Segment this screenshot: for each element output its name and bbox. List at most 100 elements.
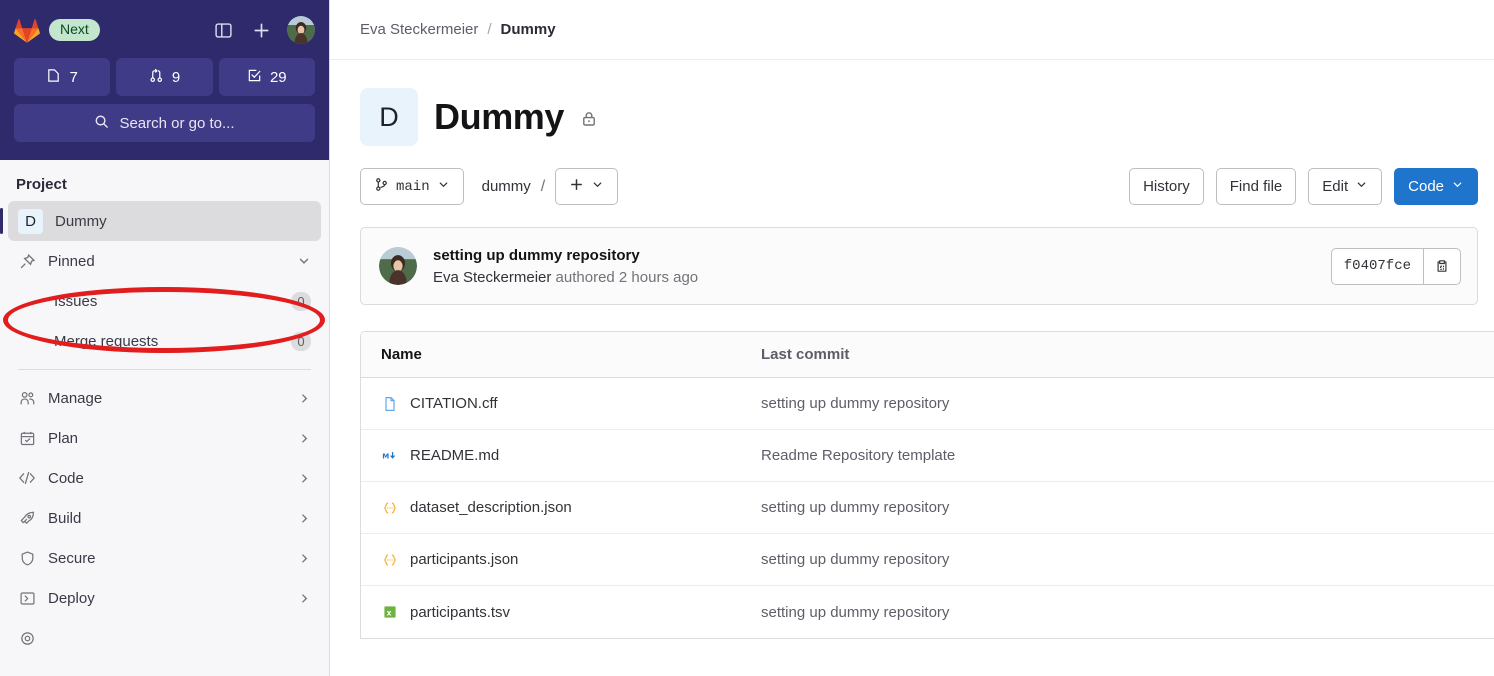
avatar[interactable] (379, 247, 417, 285)
merge-requests-counter[interactable]: 9 (116, 58, 213, 96)
sidebar-item-operate-partial[interactable] (8, 618, 321, 658)
sidebar-item-code[interactable]: Code (8, 458, 321, 498)
edit-label: Edit (1322, 178, 1349, 195)
sidebar-item-label: Plan (48, 429, 79, 447)
brand-area[interactable]: Next (14, 18, 100, 43)
sidebar-item-label: Build (48, 509, 82, 527)
file-name[interactable]: participants.tsv (410, 604, 510, 621)
todo-check-icon (247, 68, 262, 87)
chevron-down-icon (591, 178, 604, 195)
main-content: Eva Steckermeier / Dummy D Dummy main du… (330, 0, 1494, 676)
lock-icon (580, 106, 598, 128)
table-row[interactable]: participants.json setting up dummy repos… (361, 534, 1494, 586)
sidebar-item-dummy[interactable]: D Dummy (0, 201, 321, 241)
sidebar-nav: Project D Dummy Pinned Issues 0 Merge re… (0, 160, 329, 676)
chevron-right-icon[interactable] (298, 552, 311, 565)
file-last-commit[interactable]: setting up dummy repository (761, 499, 1494, 516)
commit-timestamp: authored 2 hours ago (551, 268, 699, 286)
table-row[interactable]: x participants.tsv setting up dummy repo… (361, 586, 1494, 638)
commit-author[interactable]: Eva Steckermeier (433, 269, 551, 286)
sidebar: Next 7 9 29 Search or go to... Project D… (0, 0, 330, 676)
file-name[interactable]: participants.json (410, 551, 518, 568)
sidebar-item-plan[interactable]: Plan (8, 418, 321, 458)
plus-icon (569, 177, 584, 196)
next-badge: Next (49, 19, 100, 41)
chevron-down-icon (437, 178, 450, 196)
shield-icon (18, 549, 36, 567)
branch-selector[interactable]: main (360, 168, 464, 205)
file-name-cell: M README.md (361, 447, 761, 464)
issues-counter[interactable]: 7 (14, 58, 111, 96)
path-separator: / (540, 177, 546, 195)
search-placeholder: Search or go to... (119, 114, 235, 132)
svg-text:x: x (386, 608, 391, 617)
chevron-right-icon[interactable] (298, 432, 311, 445)
issues-icon (46, 68, 61, 87)
page-title: Dummy (434, 96, 565, 137)
search-input[interactable]: Search or go to... (14, 104, 315, 142)
find-file-button[interactable]: Find file (1215, 168, 1297, 205)
add-to-repo-button[interactable] (555, 168, 619, 205)
chevron-right-icon[interactable] (298, 472, 311, 485)
breadcrumb-owner[interactable]: Eva Steckermeier (360, 21, 478, 38)
file-name-cell: participants.json (361, 551, 761, 568)
file-name[interactable]: dataset_description.json (410, 499, 572, 516)
file-name[interactable]: CITATION.cff (410, 395, 498, 412)
sidebar-section-title: Project (16, 176, 67, 193)
sidebar-item-merge-requests[interactable]: Merge requests 0 (8, 321, 321, 361)
file-name-cell: CITATION.cff (361, 395, 761, 412)
chevron-right-icon[interactable] (298, 512, 311, 525)
json-icon (381, 499, 398, 516)
page-header: D Dummy (330, 60, 1494, 146)
json-icon (381, 551, 398, 568)
sidebar-item-issues[interactable]: Issues 0 (8, 281, 321, 321)
project-avatar: D (18, 208, 43, 234)
sidebar-item-label: Pinned (48, 252, 95, 270)
issues-count-value: 7 (69, 68, 78, 86)
last-commit-panel: setting up dummy repository Eva Steckerm… (360, 227, 1478, 305)
avatar[interactable] (287, 16, 315, 44)
table-row[interactable]: dataset_description.json setting up dumm… (361, 482, 1494, 534)
repo-toolbar: main dummy / History Find file Edit Code (330, 146, 1494, 205)
chevron-down-icon[interactable] (297, 254, 311, 268)
path-root[interactable]: dummy (482, 178, 531, 195)
file-last-commit[interactable]: setting up dummy repository (761, 395, 1494, 412)
gear-icon (18, 629, 36, 647)
file-name[interactable]: README.md (410, 447, 499, 464)
merge-requests-count-value: 9 (171, 68, 181, 86)
merge-requests-badge: 0 (291, 331, 311, 351)
counter-pills: 7 9 29 (14, 58, 315, 96)
sidebar-item-label: Deploy (48, 589, 95, 607)
table-row[interactable]: CITATION.cff setting up dummy repository… (361, 378, 1494, 430)
sidebar-item-secure[interactable]: Secure (8, 538, 321, 578)
chevron-down-icon (1451, 178, 1464, 195)
history-button[interactable]: History (1129, 168, 1204, 205)
sidebar-item-pinned[interactable]: Pinned (8, 241, 321, 281)
commit-sha-group: f0407fce (1330, 247, 1461, 285)
issues-badge: 0 (291, 291, 311, 311)
clipboard-copy-icon[interactable] (1423, 247, 1461, 285)
chevron-right-icon[interactable] (298, 592, 311, 605)
gitlab-project-page: Next 7 9 29 Search or go to... Project D… (0, 0, 1494, 676)
file-name-cell: x participants.tsv (361, 604, 761, 621)
file-last-commit[interactable]: setting up dummy repository (761, 551, 1494, 568)
chevron-right-icon[interactable] (298, 392, 311, 405)
plus-icon[interactable] (249, 18, 273, 42)
sidebar-toggle-icon[interactable] (211, 18, 235, 42)
code-button[interactable]: Code (1394, 168, 1478, 205)
sidebar-item-build[interactable]: Build (8, 498, 321, 538)
commit-message[interactable]: setting up dummy repository (433, 247, 698, 264)
sidebar-item-manage[interactable]: Manage (8, 378, 321, 418)
commit-sha[interactable]: f0407fce (1330, 247, 1423, 285)
file-list-table: Name Last commit Last update CITATION.cf… (360, 331, 1494, 639)
gitlab-logo-icon[interactable] (14, 18, 40, 43)
spreadsheet-icon: x (381, 604, 398, 621)
breadcrumb-current[interactable]: Dummy (501, 21, 556, 38)
table-row[interactable]: M README.md Readme Repository template 3… (361, 430, 1494, 482)
sidebar-item-label: Issues (54, 292, 98, 310)
file-last-commit[interactable]: Readme Repository template (761, 447, 1494, 464)
sidebar-item-deploy[interactable]: Deploy (8, 578, 321, 618)
file-last-commit[interactable]: setting up dummy repository (761, 604, 1494, 621)
todos-counter[interactable]: 29 (218, 58, 315, 96)
edit-button[interactable]: Edit (1308, 168, 1383, 205)
